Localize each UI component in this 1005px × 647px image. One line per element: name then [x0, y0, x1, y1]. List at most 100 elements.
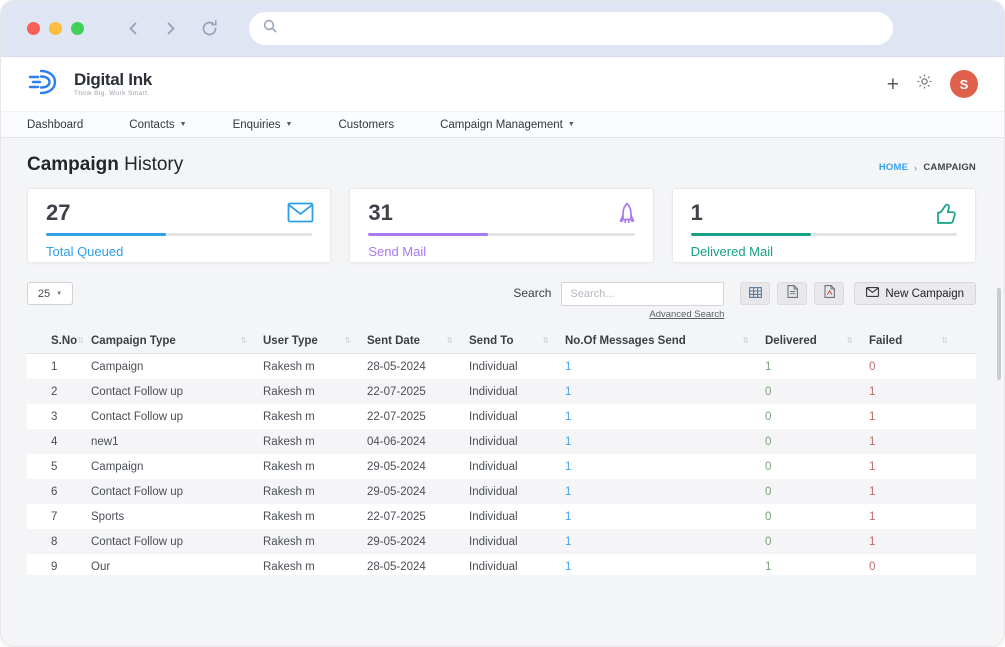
table-row[interactable]: 3 Contact Follow up Rakesh m 22-07-2025 …: [27, 404, 976, 429]
sort-icon[interactable]: ⇅: [941, 336, 948, 345]
table-row[interactable]: 7 Sports Rakesh m 22-07-2025 Individual …: [27, 504, 976, 529]
column-header[interactable]: User Type⇅: [263, 335, 367, 347]
table-row[interactable]: 2 Contact Follow up Rakesh m 22-07-2025 …: [27, 379, 976, 404]
cell-sent-date: 28-05-2024: [367, 561, 469, 573]
table-row[interactable]: 4 new1 Rakesh m 04-06-2024 Individual 1 …: [27, 429, 976, 454]
sort-icon[interactable]: ⇅: [742, 336, 749, 345]
sort-icon[interactable]: ⇅: [240, 336, 247, 345]
table-row[interactable]: 9 Our Rakesh m 28-05-2024 Individual 1 1…: [27, 554, 976, 575]
cell-sno: 4: [27, 436, 91, 448]
nav-item-contacts[interactable]: Contacts▼: [129, 119, 186, 131]
search-input[interactable]: [561, 282, 724, 306]
cell-messages-link[interactable]: 1: [565, 411, 765, 423]
envelope-icon: [866, 287, 879, 300]
forward-icon[interactable]: [163, 21, 178, 36]
cell-messages-link[interactable]: 1: [565, 511, 765, 523]
settings-gear-icon[interactable]: [916, 73, 933, 95]
envelope-icon: [287, 202, 314, 228]
cell-send-to: Individual: [469, 486, 565, 498]
nav-item-dashboard[interactable]: Dashboard: [27, 119, 83, 131]
table-row[interactable]: 5 Campaign Rakesh m 29-05-2024 Individua…: [27, 454, 976, 479]
column-header[interactable]: Delivered⇅: [765, 335, 869, 347]
search-icon: [262, 18, 278, 39]
thumbs-up-icon: [934, 202, 959, 231]
nav-item-enquiries[interactable]: Enquiries▼: [233, 119, 293, 131]
cell-delivered: 1: [765, 561, 869, 573]
advanced-search-link[interactable]: Advanced Search: [649, 309, 724, 320]
chevron-down-icon: ▼: [568, 121, 575, 128]
cell-sno: 3: [27, 411, 91, 423]
cell-sent-date: 04-06-2024: [367, 436, 469, 448]
stat-value: 31: [368, 200, 634, 226]
back-icon[interactable]: [126, 21, 141, 36]
nav-item-campaign-management[interactable]: Campaign Management▼: [440, 119, 575, 131]
export-table-button[interactable]: [740, 282, 770, 305]
cell-messages-link[interactable]: 1: [565, 561, 765, 573]
cell-messages-link[interactable]: 1: [565, 436, 765, 448]
page-scrollbar[interactable]: [997, 288, 1001, 380]
table-row[interactable]: 6 Contact Follow up Rakesh m 29-05-2024 …: [27, 479, 976, 504]
page-size-select[interactable]: 25▼: [27, 282, 73, 305]
new-campaign-button[interactable]: New Campaign: [854, 282, 976, 305]
close-window-button[interactable]: [27, 22, 40, 35]
table-row[interactable]: 1 Campaign Rakesh m 28-05-2024 Individua…: [27, 354, 976, 379]
document-icon: [787, 285, 798, 303]
column-header[interactable]: Sent Date⇅: [367, 335, 469, 347]
main-nav: Dashboard Contacts▼ Enquiries▼ Customers…: [1, 111, 1004, 138]
table-header: S.No⇅ Campaign Type⇅ User Type⇅ Sent Dat…: [27, 328, 976, 354]
sort-icon[interactable]: ⇅: [542, 336, 549, 345]
breadcrumb-current: CAMPAIGN: [923, 162, 976, 173]
column-header[interactable]: S.No⇅: [27, 335, 91, 347]
stat-card-send-mail: 31 Send Mail: [349, 188, 653, 263]
cell-send-to: Individual: [469, 411, 565, 423]
column-header[interactable]: Campaign Type⇅: [91, 335, 263, 347]
cell-delivered: 0: [765, 411, 869, 423]
table-row[interactable]: 8 Contact Follow up Rakesh m 29-05-2024 …: [27, 529, 976, 554]
cell-messages-link[interactable]: 1: [565, 386, 765, 398]
export-excel-button[interactable]: [777, 282, 807, 305]
cell-messages-link[interactable]: 1: [565, 361, 765, 373]
stat-label: Delivered Mail: [691, 244, 957, 259]
reload-icon[interactable]: [200, 19, 219, 38]
zoom-window-button[interactable]: [71, 22, 84, 35]
cell-user-type: Rakesh m: [263, 486, 367, 498]
cell-user-type: Rakesh m: [263, 461, 367, 473]
column-header[interactable]: Send To⇅: [469, 335, 565, 347]
table-body: 1 Campaign Rakesh m 28-05-2024 Individua…: [27, 354, 976, 575]
stat-value: 1: [691, 200, 957, 226]
cell-sent-date: 29-05-2024: [367, 486, 469, 498]
cell-user-type: Rakesh m: [263, 536, 367, 548]
page-title: Campaign History: [27, 154, 183, 176]
add-new-button[interactable]: +: [887, 74, 899, 95]
cell-failed: 1: [869, 486, 964, 498]
brand-logo[interactable]: Digital Ink Think Big. Work Smart.: [27, 67, 152, 102]
sort-icon[interactable]: ⇅: [344, 336, 351, 345]
cell-messages-link[interactable]: 1: [565, 461, 765, 473]
sort-icon[interactable]: ⇅: [77, 336, 84, 345]
cell-messages-link[interactable]: 1: [565, 536, 765, 548]
digital-ink-logo-icon: [27, 67, 65, 102]
address-bar[interactable]: [249, 12, 893, 45]
cell-messages-link[interactable]: 1: [565, 486, 765, 498]
stat-label: Total Queued: [46, 244, 312, 259]
cell-send-to: Individual: [469, 361, 565, 373]
stat-card-total-queued: 27 Total Queued: [27, 188, 331, 263]
cell-sno: 9: [27, 561, 91, 573]
traffic-lights: [27, 22, 84, 35]
minimize-window-button[interactable]: [49, 22, 62, 35]
nav-item-customers[interactable]: Customers: [338, 119, 394, 131]
cell-delivered: 0: [765, 511, 869, 523]
cell-sno: 6: [27, 486, 91, 498]
sort-icon[interactable]: ⇅: [846, 336, 853, 345]
cell-failed: 1: [869, 511, 964, 523]
user-avatar[interactable]: S: [950, 70, 978, 98]
cell-failed: 0: [869, 361, 964, 373]
cell-user-type: Rakesh m: [263, 386, 367, 398]
column-header[interactable]: Failed⇅: [869, 335, 964, 347]
export-pdf-button[interactable]: [814, 282, 844, 305]
sort-icon[interactable]: ⇅: [446, 336, 453, 345]
rocket-icon: [617, 202, 637, 233]
breadcrumb-home-link[interactable]: HOME: [879, 162, 908, 173]
cell-sent-date: 29-05-2024: [367, 461, 469, 473]
column-header[interactable]: No.Of Messages Send⇅: [565, 335, 765, 347]
